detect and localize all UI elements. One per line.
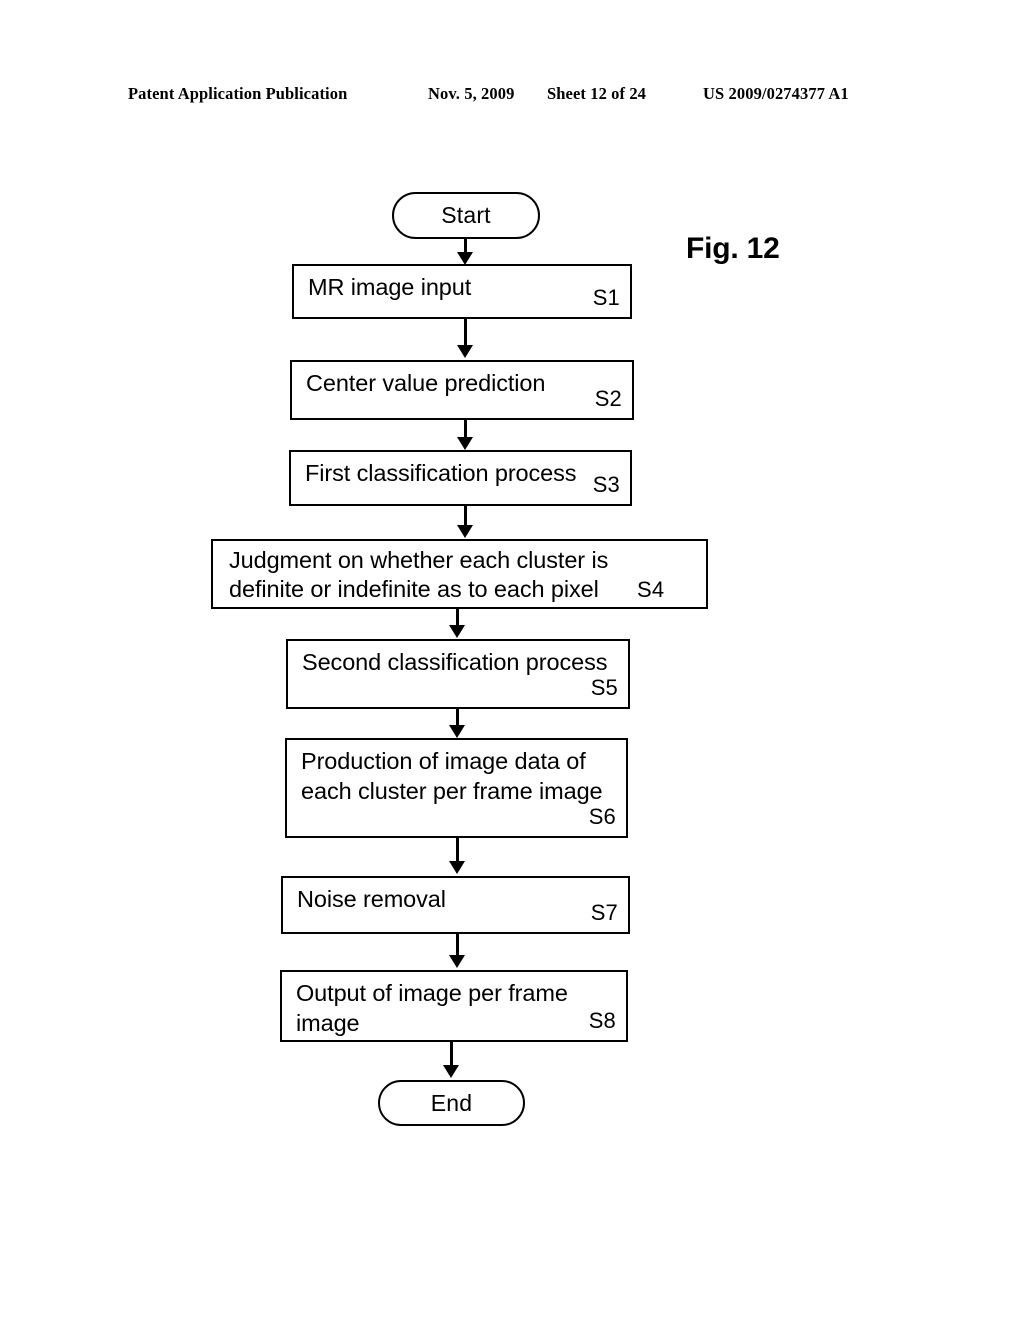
- step-s6-text-line2: each cluster per frame image: [301, 778, 603, 804]
- flowchart-start-terminal: Start: [392, 192, 540, 239]
- flowchart-step-s4: Judgment on whether each cluster is defi…: [211, 539, 708, 609]
- step-s8-code: S8: [588, 1008, 616, 1033]
- connector-s8-to-end: [450, 1042, 453, 1066]
- flowchart-step-s1: MR image input S1: [292, 264, 632, 319]
- flowchart-step-s6: Production of image data of each cluster…: [285, 738, 628, 838]
- step-s7-text-line1: Noise removal: [297, 886, 446, 912]
- step-s6-code: S6: [588, 804, 616, 829]
- step-s7-code: S7: [590, 900, 618, 925]
- arrowhead-s4-to-s5: [449, 625, 465, 638]
- arrowhead-s2-to-s3: [457, 437, 473, 450]
- figure-label: Fig. 12: [686, 232, 780, 265]
- step-s3-code: S3: [592, 472, 620, 497]
- step-s4-code: S4: [637, 577, 665, 602]
- flowchart-step-s7: Noise removal S7: [281, 876, 630, 934]
- flowchart-step-s8: Output of image per frame image S8: [280, 970, 628, 1042]
- flowchart-step-s3: First classification process S3: [289, 450, 632, 506]
- step-s5-code: S5: [590, 675, 618, 700]
- arrowhead-s8-to-end: [443, 1065, 459, 1078]
- flowchart-end-terminal: End: [378, 1080, 525, 1126]
- step-s1-text-line1: MR image input: [308, 274, 472, 300]
- arrowhead-s5-to-s6: [449, 725, 465, 738]
- patent-header: Patent Application Publication Nov. 5, 2…: [0, 84, 1024, 114]
- step-s5-text-line1: Second classification process: [302, 649, 608, 675]
- step-s8-text-line1: Output of image per frame: [296, 980, 568, 1006]
- header-publication-date: Nov. 5, 2009: [428, 84, 515, 103]
- header-sheet-number: Sheet 12 of 24: [547, 84, 647, 103]
- header-patent-number: US 2009/0274377 A1: [703, 84, 849, 103]
- arrowhead-s7-to-s8: [449, 955, 465, 968]
- connector-s1-to-s2: [464, 319, 467, 347]
- step-s8-text-line2: image: [296, 1010, 360, 1036]
- connector-s3-to-s4: [464, 506, 467, 526]
- step-s4-text-line1: Judgment on whether each cluster is: [229, 547, 609, 573]
- arrowhead-s1-to-s2: [457, 345, 473, 358]
- step-s2-code: S2: [594, 386, 622, 411]
- flowchart-step-s5: Second classification process S5: [286, 639, 630, 709]
- connector-s6-to-s7: [456, 838, 459, 862]
- step-s3-text-line1: First classification process: [305, 460, 577, 486]
- step-s6-text-line1: Production of image data of: [301, 748, 586, 774]
- end-label: End: [430, 1089, 473, 1116]
- start-label: Start: [441, 202, 491, 228]
- step-s1-code: S1: [592, 285, 620, 310]
- arrowhead-s6-to-s7: [449, 861, 465, 874]
- flowchart-step-s2: Center value prediction S2: [290, 360, 634, 420]
- header-publication-title: Patent Application Publication: [128, 84, 348, 103]
- step-s2-text-line1: Center value prediction: [306, 370, 546, 396]
- step-s4-text-line2: definite or indefinite as to each pixel: [229, 576, 599, 602]
- connector-s7-to-s8: [456, 934, 459, 956]
- arrowhead-s3-to-s4: [457, 525, 473, 538]
